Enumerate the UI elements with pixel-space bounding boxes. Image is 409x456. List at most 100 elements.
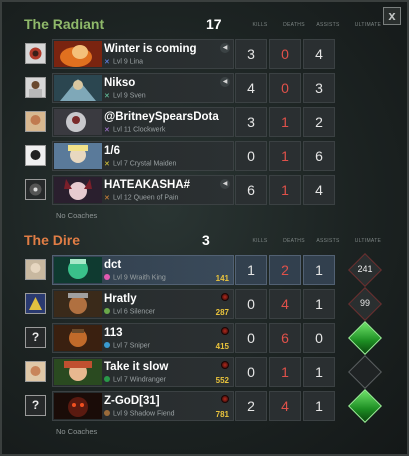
radiant-player-row[interactable]: Winter is coming ✕ Lvl 9 Lina ◀ 3 0 4 bbox=[2, 38, 409, 70]
speaker-icon[interactable]: ◀ bbox=[220, 77, 230, 87]
player-name: Take it slow bbox=[104, 361, 169, 373]
hero-portrait bbox=[54, 393, 102, 419]
player-hero-info: ✕ Lvl 11 Clockwerk bbox=[104, 126, 166, 135]
player-avatar[interactable] bbox=[25, 361, 46, 382]
player-panel[interactable]: Hratly Lvl 6 Silencer 287 bbox=[52, 289, 234, 319]
speaker-icon[interactable]: ◀ bbox=[220, 179, 230, 189]
assists-cell: 0 bbox=[303, 323, 335, 353]
player-name: Winter is coming bbox=[104, 43, 197, 55]
deaths-cell: 1 bbox=[269, 107, 301, 137]
player-hero-info: Lvl 9 Shadow Fiend bbox=[104, 410, 175, 418]
ultimate-empty-icon bbox=[348, 355, 382, 389]
player-level: Lvl 7 bbox=[113, 342, 128, 350]
player-avatar[interactable] bbox=[25, 259, 46, 280]
player-panel[interactable]: 113 Lvl 7 Sniper 415 bbox=[52, 323, 234, 353]
kills-cell: 2 bbox=[235, 391, 267, 421]
player-hero: Shadow Fiend bbox=[129, 410, 175, 418]
player-avatar[interactable] bbox=[25, 77, 46, 98]
player-hero-info: Lvl 9 Wraith King bbox=[104, 274, 166, 282]
player-level: Lvl 9 bbox=[113, 410, 128, 418]
player-panel[interactable]: Winter is coming ✕ Lvl 9 Lina ◀ bbox=[52, 39, 234, 69]
kills-cell: 0 bbox=[235, 357, 267, 387]
deaths-cell: 0 bbox=[269, 73, 301, 103]
player-level: Lvl 7 bbox=[113, 376, 128, 384]
player-hero: Silencer bbox=[129, 308, 156, 316]
player-hero: Sniper bbox=[129, 342, 150, 350]
player-hero-info: Lvl 7 Windranger bbox=[104, 376, 166, 384]
kills-cell: 3 bbox=[235, 107, 267, 137]
scoreboard-window: x The Radiant 17 KILLS DEATHS ASSISTS UL… bbox=[0, 0, 409, 456]
kills-cell: 4 bbox=[235, 73, 267, 103]
player-panel[interactable]: Take it slow Lvl 7 Windranger 552 bbox=[52, 357, 234, 387]
kills-cell: 0 bbox=[235, 323, 267, 353]
dire-player-row[interactable]: Take it slow Lvl 7 Windranger 552 0 1 1 bbox=[2, 355, 409, 389]
dire-team-name: The Dire bbox=[24, 232, 81, 248]
hero-portrait bbox=[54, 41, 102, 67]
player-avatar[interactable] bbox=[25, 111, 46, 132]
player-gold: 781 bbox=[215, 410, 229, 419]
deaths-cell: 1 bbox=[269, 141, 301, 171]
player-panel[interactable]: Nikso ✕ Lvl 9 Sven ◀ bbox=[52, 73, 234, 103]
player-level: Lvl 12 bbox=[113, 194, 132, 202]
player-name: Hratly bbox=[104, 293, 137, 305]
dire-player-row[interactable]: Hratly Lvl 6 Silencer 287 0 4 1 99 bbox=[2, 287, 409, 321]
player-avatar[interactable] bbox=[25, 145, 46, 166]
player-hero: Crystal Maiden bbox=[129, 160, 177, 168]
kills-column-label: KILLS bbox=[252, 22, 268, 28]
kills-cell: 0 bbox=[235, 289, 267, 319]
radiant-player-row[interactable]: @BritneySpearsDota ✕ Lvl 11 Clockwerk 3 1… bbox=[2, 106, 409, 138]
deaths-cell: 1 bbox=[269, 175, 301, 205]
player-panel[interactable]: HATEAKASHA# ✕ Lvl 12 Queen of Pain ◀ bbox=[52, 175, 234, 205]
ultimate-column-label: ULTIMATE bbox=[354, 238, 382, 244]
speaker-icon[interactable]: ◀ bbox=[220, 43, 230, 53]
player-hero: Wraith King bbox=[129, 274, 166, 282]
ultimate-cooldown-value: 99 bbox=[359, 298, 370, 308]
radiant-player-row[interactable]: HATEAKASHA# ✕ Lvl 12 Queen of Pain ◀ 6 1 … bbox=[2, 174, 409, 206]
deaths-cell: 2 bbox=[269, 255, 301, 285]
dire-player-row[interactable]: ? 113 Lvl 7 Sniper 415 0 6 0 bbox=[2, 321, 409, 355]
deaths-column-label: DEATHS bbox=[283, 238, 305, 244]
dire-player-row[interactable]: ? Z-GoD[31] Lvl 9 Shadow Fiend 781 2 4 1 bbox=[2, 389, 409, 423]
player-avatar[interactable] bbox=[25, 43, 46, 64]
dire-score: 3 bbox=[202, 232, 210, 248]
player-gold: 552 bbox=[215, 376, 229, 385]
deaths-cell: 4 bbox=[269, 391, 301, 421]
kills-cell: 3 bbox=[235, 39, 267, 69]
player-level: Lvl 9 bbox=[113, 92, 128, 100]
status-indicator-icon bbox=[221, 293, 229, 301]
player-hero-info: Lvl 7 Sniper bbox=[104, 342, 150, 350]
status-indicator-icon bbox=[221, 361, 229, 369]
player-hero-info: Lvl 6 Silencer bbox=[104, 308, 155, 316]
player-name: dct bbox=[104, 259, 122, 271]
player-avatar[interactable] bbox=[25, 293, 46, 314]
hero-portrait bbox=[54, 325, 102, 351]
player-panel[interactable]: Z-GoD[31] Lvl 9 Shadow Fiend 781 bbox=[52, 391, 234, 421]
radiant-header: The Radiant 17 KILLS DEATHS ASSISTS ULTI… bbox=[10, 16, 400, 36]
radiant-score: 17 bbox=[206, 16, 222, 32]
assists-cell: 1 bbox=[303, 289, 335, 319]
assists-cell: 6 bbox=[303, 141, 335, 171]
player-hero: Queen of Pain bbox=[133, 194, 179, 202]
unknown-player-icon[interactable]: ? bbox=[25, 395, 46, 416]
dire-player-row[interactable]: dct Lvl 9 Wraith King 141 1 2 1 241 bbox=[2, 253, 409, 287]
assists-cell: 1 bbox=[303, 255, 335, 285]
dire-header: The Dire 3 KILLS DEATHS ASSISTS ULTIMATE bbox=[10, 232, 400, 252]
status-indicator-icon bbox=[221, 327, 229, 335]
unknown-player-icon[interactable]: ? bbox=[25, 327, 46, 348]
player-panel[interactable]: @BritneySpearsDota ✕ Lvl 11 Clockwerk bbox=[52, 107, 234, 137]
radiant-player-row[interactable]: Nikso ✕ Lvl 9 Sven ◀ 4 0 3 bbox=[2, 72, 409, 104]
player-avatar[interactable] bbox=[25, 179, 46, 200]
hero-portrait bbox=[54, 291, 102, 317]
hero-portrait bbox=[54, 177, 102, 203]
assists-cell: 2 bbox=[303, 107, 335, 137]
status-indicator-icon bbox=[221, 395, 229, 403]
player-gold: 141 bbox=[215, 274, 229, 283]
player-panel[interactable]: dct Lvl 9 Wraith King 141 bbox=[52, 255, 234, 285]
player-hero-info: ✕ Lvl 9 Lina bbox=[104, 58, 143, 67]
radiant-player-row[interactable]: 1/6 ✕ Lvl 7 Crystal Maiden 0 1 6 bbox=[2, 140, 409, 172]
assists-cell: 4 bbox=[303, 39, 335, 69]
assists-column-label: ASSISTS bbox=[316, 22, 340, 28]
player-name: @BritneySpearsDota bbox=[104, 111, 219, 123]
player-panel[interactable]: 1/6 ✕ Lvl 7 Crystal Maiden bbox=[52, 141, 234, 171]
assists-column-label: ASSISTS bbox=[316, 238, 340, 244]
